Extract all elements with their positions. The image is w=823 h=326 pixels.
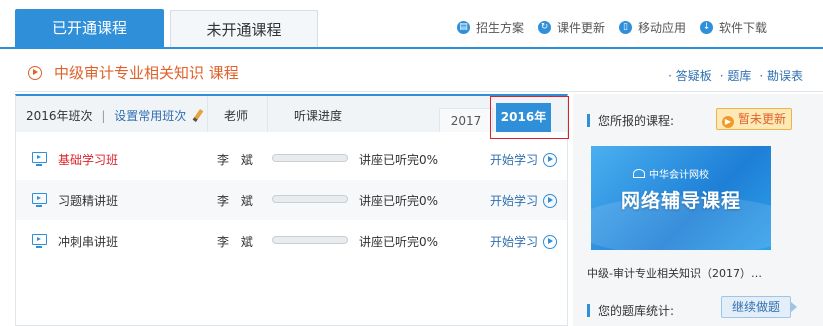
- class-list-panel: 2016年班次 | 设置常用班次 老师 听课进度 2017 2016年 基础学习…: [15, 94, 569, 326]
- play-circle-icon: [543, 193, 558, 208]
- start-learning-link[interactable]: 开始学习: [490, 151, 558, 168]
- question-bank-link[interactable]: · 题库: [720, 67, 752, 84]
- tab-opened-courses[interactable]: 已开通课程: [15, 9, 164, 47]
- course-title-text: 中级审计专业相关知识 课程: [54, 64, 239, 82]
- download-icon: ↓: [700, 21, 714, 34]
- set-common-classes-link[interactable]: 设置常用班次: [114, 109, 186, 123]
- progress-bar: [272, 236, 348, 244]
- start-learning-link[interactable]: 开始学习: [490, 233, 558, 250]
- top-link-updates[interactable]: ↻ 课件更新: [538, 19, 605, 36]
- stats-label: 您的题库统计:: [598, 304, 675, 318]
- heading-marker: [587, 114, 590, 127]
- teacher-name: 李 斌: [217, 153, 257, 167]
- my-courses-label: 您所报的课程:: [598, 114, 675, 128]
- top-link-download[interactable]: ↓ 软件下载: [700, 19, 767, 36]
- refresh-icon: ↻: [538, 21, 552, 34]
- pencil-icon[interactable]: [192, 109, 204, 122]
- continue-practice-button[interactable]: 继续做题: [721, 296, 797, 318]
- highlight-box: [490, 96, 569, 139]
- table-header: 2016年班次 | 设置常用班次 老师 听课进度 2017 2016年: [16, 96, 569, 139]
- course-banner[interactable]: 中华会计网校 网络辅导课程: [591, 146, 771, 250]
- course-title: 中级审计专业相关知识 课程: [28, 62, 239, 83]
- brand-logo-icon: [633, 169, 645, 178]
- top-link-mobile[interactable]: ▯ 移动应用: [619, 19, 686, 36]
- sidebar: 您所报的课程: ▶ 暂未更新 中华会计网校 网络辅导课程 中级-审计专业相关知识（…: [573, 94, 823, 326]
- mobile-icon: ▯: [619, 21, 633, 34]
- top-link-label: 软件下载: [719, 21, 768, 35]
- not-updated-badge[interactable]: ▶ 暂未更新: [716, 108, 792, 130]
- qa-board-link[interactable]: · 答疑板: [668, 67, 712, 84]
- class-name[interactable]: 冲刺串讲班: [58, 233, 118, 250]
- teacher-name: 李 斌: [217, 235, 257, 249]
- top-links: ▤ 招生方案 ↻ 课件更新 ▯ 移动应用 ↓ 软件下载: [457, 19, 781, 36]
- progress-text: 讲座已听完0%: [359, 153, 439, 167]
- banner-brand: 中华会计网校: [633, 166, 709, 181]
- course-tab-bar: 已开通课程 未开通课程 ▤ 招生方案 ↻ 课件更新 ▯ 移动应用 ↓ 软件下载: [0, 0, 823, 49]
- header-teacher: 老师: [224, 109, 249, 123]
- table-row: 冲刺串讲班 李 斌 讲座已听完0% 开始学习: [16, 221, 567, 261]
- video-lesson-icon: [32, 193, 47, 207]
- play-circle-icon: [543, 234, 558, 249]
- start-learning-label: 开始学习: [490, 235, 539, 249]
- play-circle-icon: [28, 65, 42, 80]
- progress-text: 讲座已听完0%: [359, 194, 439, 208]
- question-bank-stats-heading: 您的题库统计:: [587, 302, 674, 319]
- year-label: 2016年班次: [26, 109, 93, 123]
- tab-unopened-courses[interactable]: 未开通课程: [170, 10, 318, 47]
- class-name[interactable]: 基础学习班: [58, 151, 118, 168]
- header-separator: |: [101, 109, 106, 123]
- my-courses-heading: 您所报的课程:: [587, 112, 674, 129]
- document-icon: ▤: [457, 21, 470, 34]
- table-row: 基础学习班 李 斌 讲座已听完0% 开始学习: [16, 139, 567, 179]
- progress-text: 讲座已听完0%: [359, 235, 439, 249]
- table-row: 习题精讲班 李 斌 讲座已听完0% 开始学习: [16, 180, 567, 220]
- play-icon: ▶: [721, 116, 734, 128]
- course-links: · 答疑板 · 题库 · 勘误表: [668, 67, 803, 84]
- brand-name: 中华会计网校: [649, 170, 709, 181]
- column-divider: [267, 96, 268, 132]
- top-link-label: 课件更新: [557, 21, 606, 35]
- top-link-label: 移动应用: [638, 21, 687, 35]
- enrolled-course-name[interactable]: 中级-审计专业相关知识（2017）…: [587, 265, 762, 281]
- year-tab-2017[interactable]: 2017: [439, 108, 493, 132]
- top-link-label: 招生方案: [476, 21, 525, 35]
- top-link-enrollment[interactable]: ▤ 招生方案: [457, 19, 524, 36]
- start-learning-link[interactable]: 开始学习: [490, 192, 558, 209]
- video-lesson-icon: [32, 152, 47, 166]
- start-learning-label: 开始学习: [490, 194, 539, 208]
- column-divider: [207, 96, 208, 132]
- header-progress: 听课进度: [294, 109, 343, 123]
- start-learning-label: 开始学习: [490, 153, 539, 167]
- video-lesson-icon: [32, 234, 47, 248]
- progress-bar: [272, 154, 348, 162]
- heading-marker: [587, 304, 590, 317]
- class-name[interactable]: 习题精讲班: [58, 192, 118, 209]
- badge-label: 暂未更新: [737, 112, 786, 126]
- divider: [15, 91, 823, 92]
- play-circle-icon: [543, 152, 558, 167]
- progress-bar: [272, 195, 348, 203]
- errata-link[interactable]: · 勘误表: [759, 67, 803, 84]
- banner-title: 网络辅导课程: [620, 190, 741, 212]
- header-year: 2016年班次 | 设置常用班次: [26, 107, 204, 124]
- teacher-name: 李 斌: [217, 194, 257, 208]
